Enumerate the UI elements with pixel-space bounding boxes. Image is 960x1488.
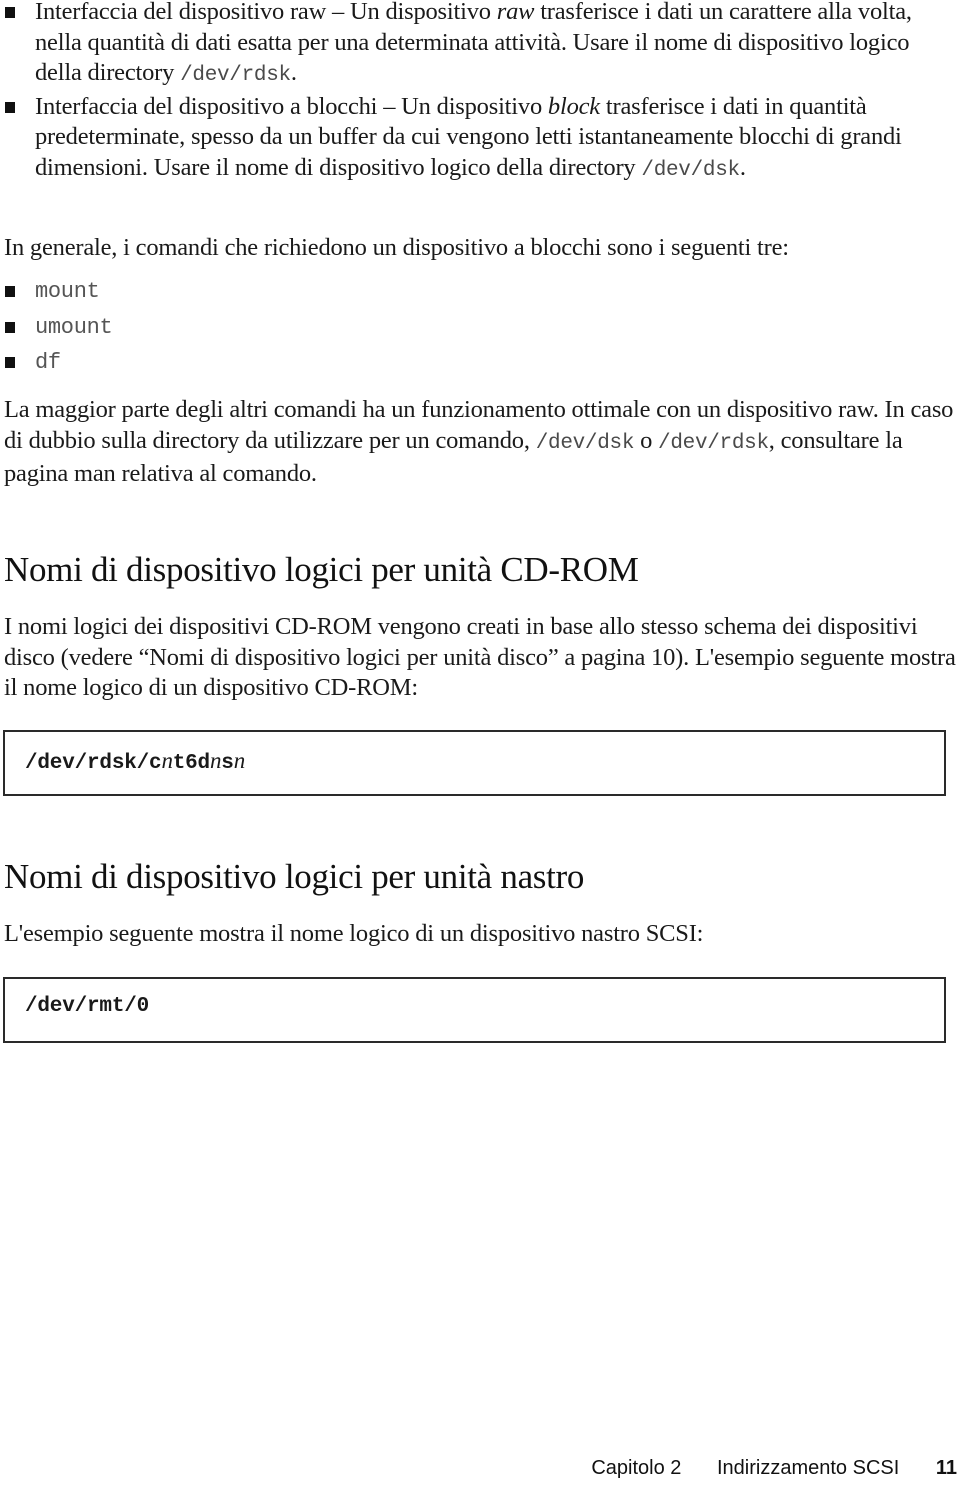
list-item-command: umount: [0, 311, 960, 347]
document-page: Interfaccia del dispositivo raw – Un dis…: [0, 0, 960, 1488]
code-literal: t6d: [172, 752, 210, 775]
code-variable: n: [161, 748, 173, 773]
block-commands-intro: In generale, i comandi che richiedono un…: [4, 234, 789, 261]
code-literal: /dev/rdsk/c: [25, 752, 162, 775]
command-name: umount: [35, 314, 113, 340]
tape-code-text: /dev/rmt/0: [25, 995, 149, 1018]
tape-paragraph: L'esempio seguente mostra il nome logico…: [4, 920, 704, 947]
text-run: Interfaccia del dispositivo a blocchi – …: [35, 92, 548, 120]
list-item-block-interface: Interfaccia del dispositivo a blocchi – …: [0, 92, 960, 187]
square-bullet-icon: [5, 7, 15, 18]
path-text: /dev/rdsk: [180, 64, 291, 87]
emphasis-text: raw: [496, 0, 535, 25]
path-text: /dev/dsk: [535, 431, 635, 455]
text-run: Interfaccia del dispositivo raw – Un dis…: [35, 0, 497, 25]
emphasis-text: block: [547, 92, 600, 120]
raw-device-note-text: La maggior parte degli altri comandi ha …: [4, 396, 953, 487]
square-bullet-icon: [5, 357, 15, 368]
cdrom-code-example: /dev/rdsk/cnt6dnsn: [3, 730, 946, 796]
footer-chapter: Capitolo 2: [591, 1457, 682, 1479]
code-literal: /dev/rmt/0: [25, 995, 150, 1018]
raw-interface-text: Interfaccia del dispositivo raw – Un dis…: [35, 0, 912, 87]
list-item-command: df: [0, 346, 960, 382]
page-footer: Capitolo 2 Indirizzamento SCSI 11: [591, 1457, 960, 1480]
command-name: df: [35, 350, 61, 375]
text-run: o: [634, 426, 659, 454]
cdrom-code-text: /dev/rdsk/cnt6dnsn: [25, 748, 245, 775]
path-text: /dev/rdsk: [658, 431, 769, 455]
section-heading-cdrom: Nomi di dispositivo logici per unità CD-…: [4, 550, 639, 589]
raw-device-note: La maggior parte degli altri comandi ha …: [4, 395, 960, 490]
footer-chapter-title: Indirizzamento SCSI: [716, 1457, 900, 1479]
cdrom-paragraph: I nomi logici dei dispositivi CD-ROM ven…: [4, 613, 956, 701]
list-item-raw-interface: Interfaccia del dispositivo raw – Un dis…: [0, 0, 960, 92]
list-item-command: mount: [0, 275, 960, 311]
block-interface-text: Interfaccia del dispositivo a blocchi – …: [35, 92, 902, 182]
code-variable: n: [233, 748, 246, 773]
text-run: .: [739, 153, 746, 181]
square-bullet-icon: [5, 286, 15, 297]
section-heading-tape: Nomi di dispositivo logici per unità nas…: [4, 857, 585, 896]
device-interface-list: Interfaccia del dispositivo raw – Un dis…: [0, 0, 960, 186]
command-name: mount: [35, 279, 100, 304]
tape-code-example: /dev/rmt/0: [3, 977, 946, 1043]
path-text: /dev/dsk: [641, 158, 740, 182]
footer-page-number: 11: [935, 1457, 957, 1479]
text-run: .: [290, 59, 297, 86]
block-commands-list: mount umount df: [0, 275, 960, 382]
code-literal: s: [221, 752, 234, 775]
square-bullet-icon: [5, 321, 15, 333]
code-variable: n: [209, 748, 222, 773]
square-bullet-icon: [5, 101, 15, 113]
